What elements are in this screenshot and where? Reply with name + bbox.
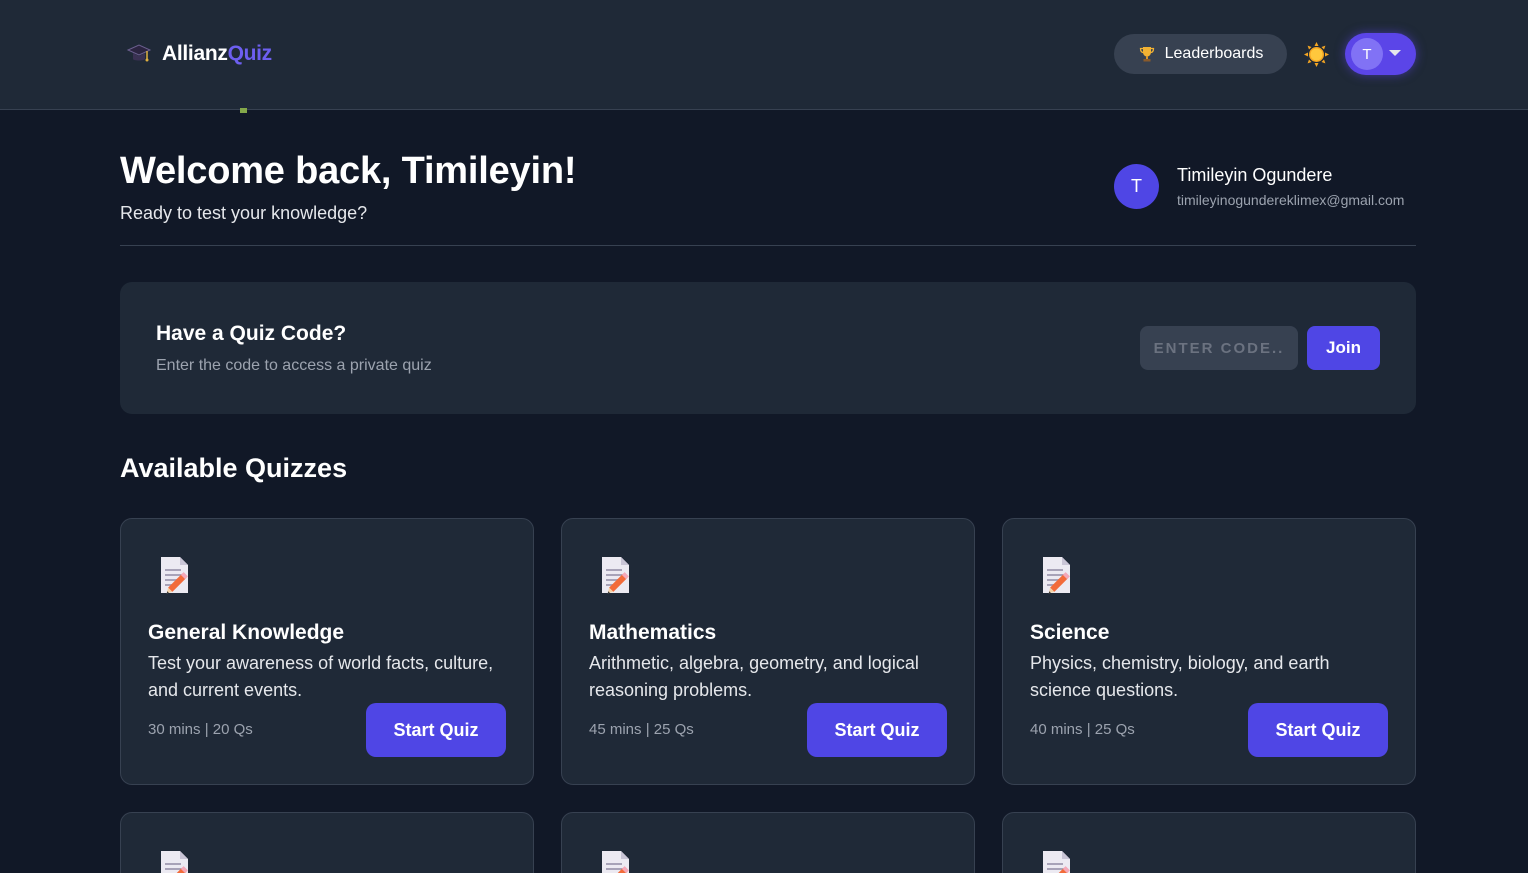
brand-logo-link[interactable]: AllianzQuiz [126, 40, 272, 68]
quiz-meta: 45 mins | 25 Qs [589, 721, 694, 738]
quiz-code-subtitle: Enter the code to access a private quiz [156, 357, 432, 374]
memo-icon [158, 850, 190, 873]
memo-icon [1040, 556, 1072, 594]
quiz-code-card: Have a Quiz Code? Enter the code to acce… [120, 282, 1416, 414]
quiz-meta: 30 mins | 20 Qs [148, 721, 253, 738]
welcome-title: Welcome back, Timileyin! [120, 150, 577, 192]
top-navbar: AllianzQuiz Leaderboards T [0, 0, 1528, 110]
user-avatar: T [1351, 38, 1383, 70]
quiz-card-science: Science Physics, chemistry, biology, and… [1002, 518, 1416, 785]
leaderboards-button[interactable]: Leaderboards [1114, 34, 1287, 74]
memo-icon [599, 556, 631, 594]
quiz-card-partial [120, 812, 534, 873]
quiz-title: Mathematics [589, 621, 717, 644]
theme-toggle-button[interactable] [1303, 41, 1330, 68]
quiz-code-input[interactable] [1140, 326, 1298, 370]
memo-icon [599, 850, 631, 873]
quiz-card-partial [561, 812, 975, 873]
start-quiz-button[interactable]: Start Quiz [366, 703, 506, 757]
quiz-description: Test your awareness of world facts, cult… [148, 653, 494, 700]
brand-name-primary: Allianz [162, 42, 228, 65]
quiz-card-mathematics: Mathematics Arithmetic, algebra, geometr… [561, 518, 975, 785]
profile-email: timileyinogundereklimex@gmail.com [1177, 192, 1405, 208]
sun-icon [1304, 42, 1329, 67]
decorative-mark [240, 108, 247, 113]
start-quiz-button[interactable]: Start Quiz [1248, 703, 1388, 757]
quiz-card-partial [1002, 812, 1416, 873]
join-button[interactable]: Join [1307, 326, 1380, 370]
quiz-description: Arithmetic, algebra, geometry, and logic… [589, 653, 919, 700]
leaderboards-label: Leaderboards [1164, 45, 1264, 62]
quiz-meta: 40 mins | 25 Qs [1030, 721, 1135, 738]
welcome-subtitle: Ready to test your knowledge? [120, 203, 368, 223]
user-menu-button[interactable]: T [1345, 33, 1416, 75]
graduation-cap-icon [126, 44, 152, 62]
quiz-description: Physics, chemistry, biology, and earth s… [1030, 653, 1330, 700]
header-divider [120, 245, 1416, 246]
available-quizzes-title: Available Quizzes [120, 453, 348, 483]
quiz-card-general-knowledge: General Knowledge Test your awareness of… [120, 518, 534, 785]
chevron-down-icon [1389, 50, 1401, 56]
brand-name-accent: Quiz [227, 42, 273, 65]
start-quiz-button[interactable]: Start Quiz [807, 703, 947, 757]
profile-name: Timileyin Ogundere [1177, 165, 1333, 185]
quiz-title: Science [1030, 621, 1110, 644]
quiz-code-title: Have a Quiz Code? [156, 322, 347, 345]
profile-avatar: T [1114, 164, 1159, 209]
memo-icon [158, 556, 190, 594]
quiz-title: General Knowledge [148, 621, 345, 644]
trophy-icon [1139, 47, 1154, 62]
memo-icon [1040, 850, 1072, 873]
